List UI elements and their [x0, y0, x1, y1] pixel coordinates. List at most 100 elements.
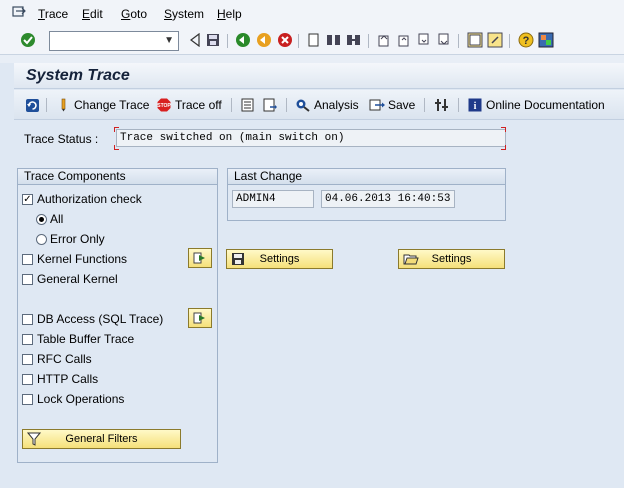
analysis-button[interactable]: Analysis: [295, 97, 359, 113]
save-button[interactable]: Save: [369, 97, 415, 113]
menu-edit[interactable]: Edit: [82, 7, 103, 21]
settings-button-1[interactable]: Settings: [226, 249, 333, 269]
toolbar-gap: [0, 55, 624, 63]
first-page-icon[interactable]: [376, 32, 392, 48]
arrow-right-icon: [193, 312, 205, 324]
settings-button-2[interactable]: Settings: [398, 249, 505, 269]
help-icon[interactable]: ?: [518, 32, 534, 48]
document-arrow-icon: [262, 97, 278, 113]
http-calls-label: HTTP Calls: [37, 372, 99, 386]
authorization-check-label: Authorization check: [37, 192, 142, 206]
arrow-right-icon: [193, 252, 205, 264]
lock-operations-checkbox[interactable]: [22, 394, 33, 405]
cancel-icon[interactable]: [277, 32, 293, 48]
title-bar: System Trace: [14, 63, 624, 89]
display-log-button[interactable]: [240, 97, 259, 113]
online-documentation-label: Online Documentation: [486, 98, 605, 112]
export-button[interactable]: [262, 97, 281, 113]
system-menu-icon[interactable]: [12, 5, 26, 19]
new-session-icon[interactable]: [467, 32, 483, 48]
trace-status-field: Trace switched on (main switch on): [116, 129, 506, 147]
standard-toolbar: ▼ ?: [0, 27, 624, 55]
menu-bar: Trace Edit Goto System Help: [0, 0, 624, 27]
general-filters-button[interactable]: General Filters: [22, 429, 181, 449]
authorization-check-checkbox[interactable]: ✓: [22, 194, 33, 205]
toolbar-separator: [286, 98, 287, 112]
db-access-checkbox[interactable]: [22, 314, 33, 325]
toolbar-separator: [424, 98, 425, 112]
triangle-left-icon[interactable]: [187, 32, 203, 48]
previous-page-icon[interactable]: [396, 32, 412, 48]
last-change-group: Last Change ADMIN4 04.06.2013 16:40:53: [227, 168, 506, 221]
print-icon[interactable]: [306, 32, 322, 48]
stop-icon: STOP: [156, 97, 172, 113]
shortcut-icon[interactable]: [487, 32, 503, 48]
field-corner-marker: [501, 145, 506, 150]
http-calls-checkbox[interactable]: [22, 374, 33, 385]
toolbar-separator: [368, 34, 369, 48]
customize-layout-icon[interactable]: [538, 32, 554, 48]
command-field[interactable]: ▼: [49, 31, 179, 51]
info-icon: i: [467, 97, 483, 113]
trace-off-button[interactable]: STOP Trace off: [156, 97, 222, 113]
general-kernel-label: General Kernel: [37, 272, 118, 286]
refresh-icon: [24, 97, 40, 113]
find-icon[interactable]: [326, 32, 342, 48]
menu-goto[interactable]: Goto: [121, 7, 147, 21]
analysis-label: Analysis: [314, 98, 359, 112]
save-icon: [369, 97, 385, 113]
menu-help[interactable]: Help: [217, 7, 242, 21]
last-change-datetime-field: 04.06.2013 16:40:53: [321, 190, 455, 208]
menu-system[interactable]: System: [164, 7, 204, 21]
trace-components-header: Trace Components: [18, 169, 217, 185]
db-access-label: DB Access (SQL Trace): [37, 312, 164, 326]
kernel-functions-detail-button[interactable]: [188, 248, 212, 268]
refresh-button[interactable]: [24, 97, 43, 113]
online-documentation-button[interactable]: i Online Documentation: [467, 97, 605, 113]
page-title: System Trace: [26, 67, 130, 84]
toolbar-separator: [46, 98, 47, 112]
change-trace-label: Change Trace: [74, 98, 150, 112]
last-change-user: ADMIN4: [236, 193, 276, 205]
rfc-calls-label: RFC Calls: [37, 352, 92, 366]
trace-status-label: Trace Status :: [24, 132, 99, 146]
chevron-down-icon[interactable]: ▼: [164, 35, 174, 46]
folder-open-icon: [403, 252, 419, 269]
toolbar-separator: [458, 98, 459, 112]
toolbar-separator: [509, 34, 510, 48]
kernel-functions-checkbox[interactable]: [22, 254, 33, 265]
table-buffer-label: Table Buffer Trace: [37, 332, 135, 346]
analysis-icon: [295, 97, 311, 113]
save-icon[interactable]: [205, 32, 221, 48]
error-only-label: Error Only: [50, 232, 105, 246]
filter-icon: [26, 432, 42, 449]
radio-dot: [39, 217, 44, 222]
pencil-icon: [55, 97, 71, 113]
change-trace-button[interactable]: Change Trace: [55, 97, 149, 113]
last-page-icon[interactable]: [436, 32, 452, 48]
next-page-icon[interactable]: [416, 32, 432, 48]
enter-icon[interactable]: [20, 32, 36, 48]
table-buffer-checkbox[interactable]: [22, 334, 33, 345]
trace-off-label: Trace off: [175, 98, 222, 112]
exit-icon[interactable]: [256, 32, 272, 48]
find-next-icon[interactable]: [346, 32, 362, 48]
main-content: Trace Status : Trace switched on (main s…: [14, 121, 624, 488]
back-icon[interactable]: [235, 32, 251, 48]
field-corner-marker: [114, 145, 119, 150]
last-change-datetime: 04.06.2013 16:40:53: [325, 193, 451, 205]
toolbar-separator: [231, 98, 232, 112]
toolbar-separator: [298, 34, 299, 48]
all-radio[interactable]: [36, 214, 47, 225]
error-only-radio[interactable]: [36, 234, 47, 245]
menu-trace[interactable]: Trace: [38, 7, 68, 21]
settings-button-2-label: Settings: [431, 253, 472, 265]
general-kernel-checkbox[interactable]: [22, 274, 33, 285]
list-icon: [240, 97, 256, 113]
general-filters-label: General Filters: [65, 433, 138, 445]
settings-tool-button[interactable]: [434, 97, 453, 113]
rfc-calls-checkbox[interactable]: [22, 354, 33, 365]
db-access-detail-button[interactable]: [188, 308, 212, 328]
trace-status-value: Trace switched on (main switch on): [120, 132, 345, 144]
svg-text:?: ?: [523, 35, 530, 47]
